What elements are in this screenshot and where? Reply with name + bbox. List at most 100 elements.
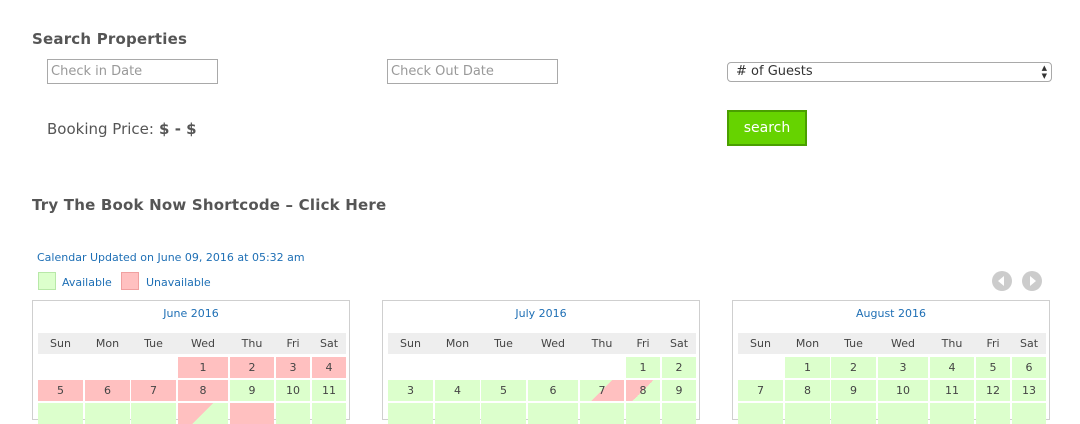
calendar-day[interactable]: 7 (738, 380, 783, 401)
calendar-day[interactable]: 4 (435, 380, 480, 401)
search-button[interactable]: search (727, 110, 807, 146)
weekday-label: Thu (241, 337, 263, 350)
weekday-header: Sun Mon Tue Wed Thu Fri Sat (738, 333, 1046, 354)
calendar-day[interactable] (662, 403, 696, 424)
calendar-day[interactable]: 1 (626, 357, 660, 378)
calendar-day[interactable]: 11 (930, 380, 974, 401)
weekday-label: Wed (191, 337, 215, 350)
calendar-day[interactable]: 3 (276, 357, 310, 378)
month-title: August 2016 (856, 307, 926, 320)
calendar-day[interactable] (230, 403, 274, 424)
calendar-day[interactable]: 7 (131, 380, 176, 401)
calendar-day[interactable]: 10 (878, 380, 928, 401)
calendar-day[interactable]: 6 (528, 380, 578, 401)
calendar-day[interactable]: 4 (930, 357, 974, 378)
next-month-button[interactable] (1022, 271, 1042, 291)
legend-available-swatch (38, 272, 56, 290)
weekday-label: Sat (1019, 337, 1039, 350)
calendar-day[interactable] (930, 403, 974, 424)
calendar-day[interactable] (85, 403, 130, 424)
calendar-day[interactable]: 8 (626, 380, 660, 401)
weekday-header: Sun Mon Tue Wed Thu Fri Sat (38, 333, 346, 354)
weekday-label: Sat (319, 337, 339, 350)
weekday-label: Tue (494, 337, 513, 350)
calendar-day[interactable]: 2 (831, 357, 876, 378)
calendar-day[interactable] (388, 403, 433, 424)
calendar-day[interactable] (976, 403, 1010, 424)
weekday-label: Mon (445, 337, 470, 350)
calendar-day[interactable] (38, 403, 83, 424)
weekday-label: Thu (591, 337, 613, 350)
calendar-month: July 2016 Sun Mon Tue Wed Thu Fri Sat 12 345678… (382, 300, 700, 424)
calendar-day[interactable]: 6 (1012, 357, 1046, 378)
calendar-day[interactable]: 5 (38, 380, 83, 401)
calendar-day[interactable] (312, 403, 346, 424)
calendar-day[interactable]: 8 (178, 380, 228, 401)
book-now-shortcode-link[interactable]: Try The Book Now Shortcode – Click Here (32, 196, 386, 214)
calendar-day[interactable] (276, 403, 310, 424)
calendar-day[interactable]: 7 (580, 380, 624, 401)
booking-price: Booking Price: $ - $ (47, 119, 197, 138)
calendar-day[interactable] (580, 403, 624, 424)
calendar-day[interactable]: 5 (481, 380, 526, 401)
weekday-label: Fri (286, 337, 300, 350)
prev-month-button[interactable] (992, 271, 1012, 291)
calendar-day[interactable]: 8 (785, 380, 830, 401)
check-out-date-input[interactable] (387, 59, 558, 84)
legend-available-label: Available (62, 276, 112, 289)
month-title: July 2016 (515, 307, 567, 320)
calendar-day[interactable]: 3 (878, 357, 928, 378)
circle-left-arrow-icon (998, 276, 1004, 286)
calendar-day[interactable] (528, 403, 578, 424)
calendar-day[interactable]: 4 (312, 357, 346, 378)
guests-select[interactable]: # of Guests ▲ ▼ (727, 62, 1052, 82)
calendar-day[interactable]: 11 (312, 380, 346, 401)
calendar-day[interactable]: 13 (1012, 380, 1046, 401)
weekday-label: Tue (844, 337, 863, 350)
weekday-label: Fri (636, 337, 650, 350)
legend-unavailable-swatch (121, 272, 139, 290)
calendar-day[interactable] (831, 403, 876, 424)
calendar-updated-text: Calendar Updated on June 09, 2016 at 05:… (37, 251, 305, 264)
calendar-day[interactable] (878, 403, 928, 424)
weekday-label: Mon (795, 337, 820, 350)
calendar-day[interactable]: 3 (388, 380, 433, 401)
select-arrows-icon: ▲ ▼ (1041, 64, 1047, 80)
calendar-day[interactable] (738, 403, 783, 424)
weekday-label: Mon (95, 337, 120, 350)
check-in-date-input[interactable] (47, 59, 218, 84)
calendar-month: June 2016 Sun Mon Tue Wed Thu Fri Sat 1234 5678… (32, 300, 350, 424)
booking-price-value: $ - $ (159, 120, 197, 138)
weekday-label: Fri (986, 337, 1000, 350)
calendar-month: August 2016 Sun Mon Tue Wed Thu Fri Sat 123456… (732, 300, 1050, 424)
calendar-day[interactable]: 10 (276, 380, 310, 401)
calendar-day[interactable]: 1 (785, 357, 830, 378)
calendar-day[interactable] (178, 403, 228, 424)
calendar-day[interactable] (131, 403, 176, 424)
weekday-label: Wed (891, 337, 915, 350)
weekday-label: Sat (669, 337, 689, 350)
calendar-day[interactable] (481, 403, 526, 424)
calendar-day[interactable] (435, 403, 480, 424)
calendar-day[interactable]: 5 (976, 357, 1010, 378)
weekday-label: Sun (50, 337, 71, 350)
calendar-day[interactable]: 2 (662, 357, 696, 378)
calendar-day[interactable] (785, 403, 830, 424)
weekday-label: Sun (750, 337, 771, 350)
weekday-label: Tue (144, 337, 163, 350)
calendar-day[interactable]: 12 (976, 380, 1010, 401)
calendar-day[interactable] (1012, 403, 1046, 424)
weekday-label: Sun (400, 337, 421, 350)
calendar-day[interactable]: 1 (178, 357, 228, 378)
calendar-day[interactable]: 9 (662, 380, 696, 401)
calendar-day[interactable]: 2 (230, 357, 274, 378)
weekday-label: Thu (941, 337, 963, 350)
calendar-day[interactable]: 9 (230, 380, 274, 401)
weekday-header: Sun Mon Tue Wed Thu Fri Sat (388, 333, 696, 354)
search-properties-title: Search Properties (32, 30, 188, 48)
guests-select-value: # of Guests (736, 64, 813, 79)
calendar-day[interactable]: 6 (85, 380, 130, 401)
calendar-day[interactable]: 9 (831, 380, 876, 401)
calendar-day[interactable] (626, 403, 660, 424)
circle-right-arrow-icon (1030, 276, 1036, 286)
